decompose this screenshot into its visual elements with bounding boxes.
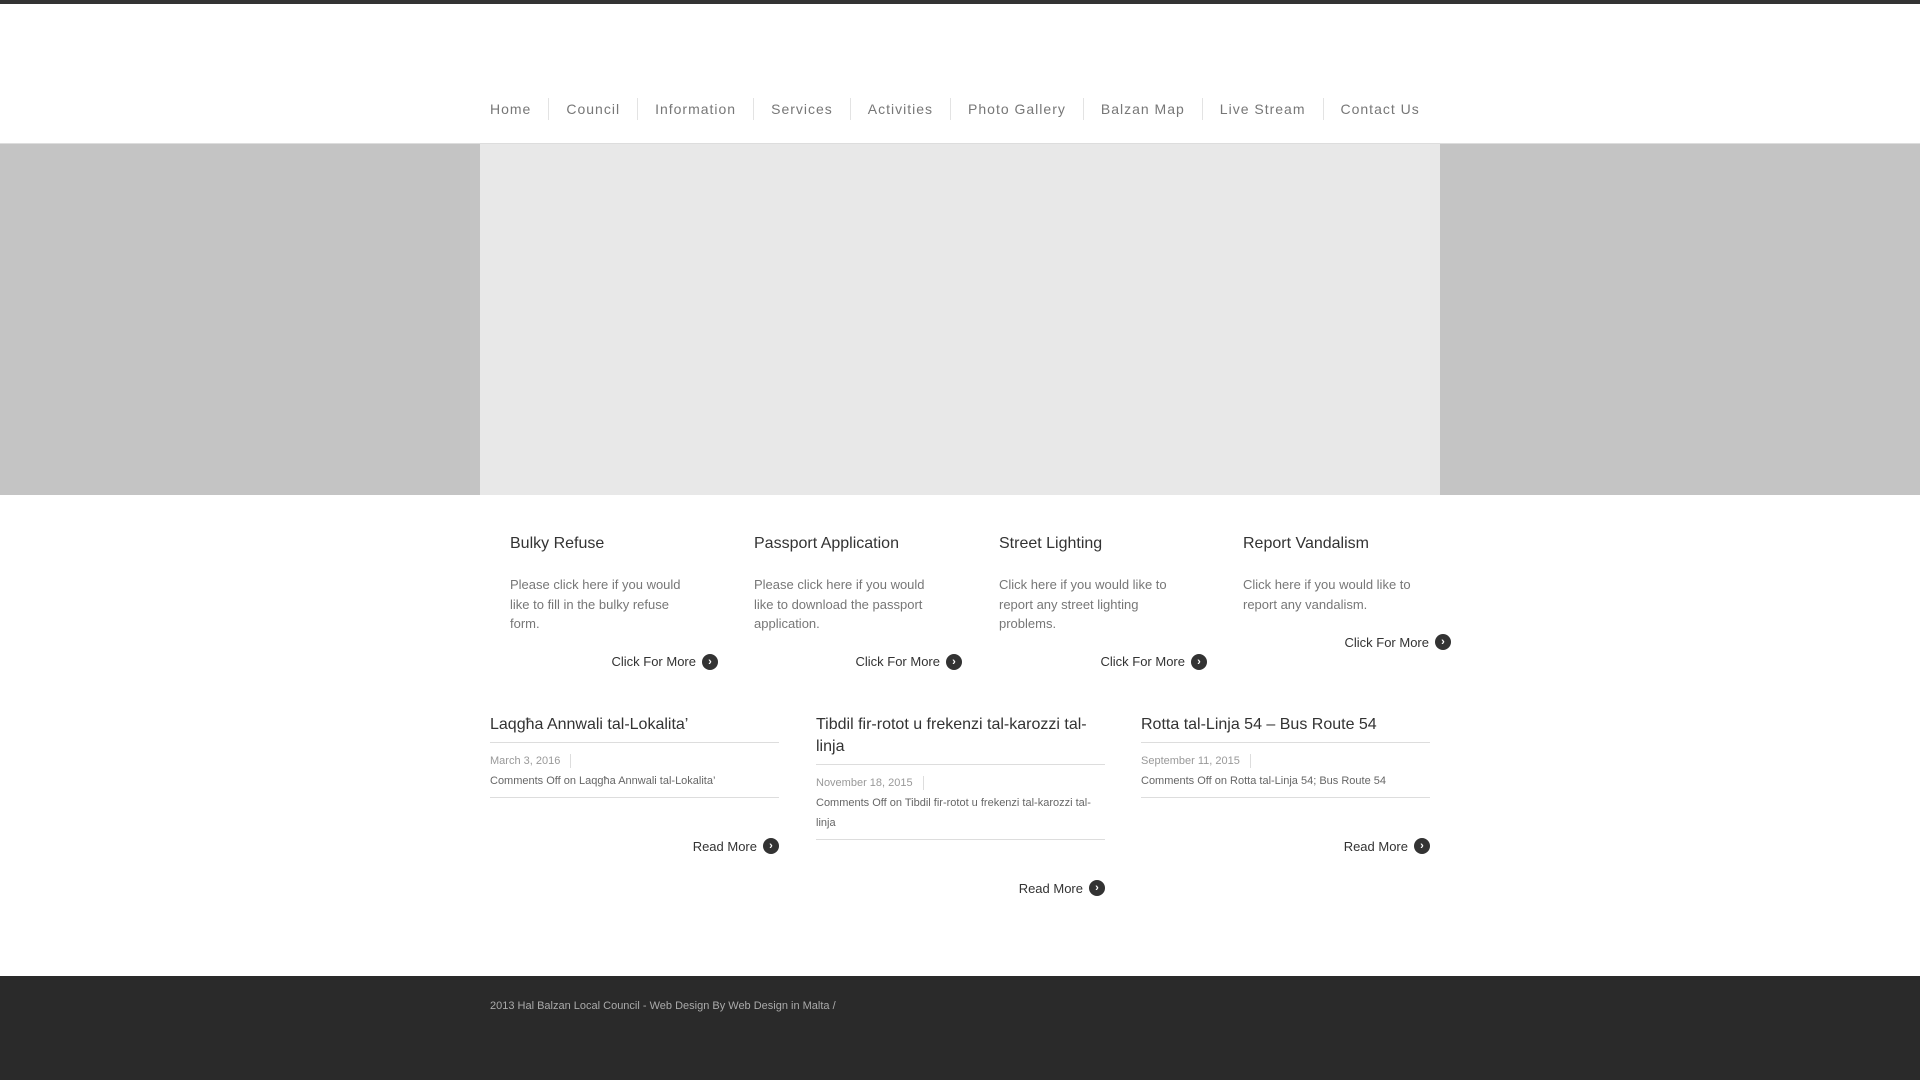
footer: 2013 Hal Balzan Local Council - Web Desi… bbox=[0, 976, 1920, 1080]
click-for-more-link[interactable]: Click For More › bbox=[999, 653, 1207, 670]
service-title: Passport Application bbox=[754, 535, 899, 552]
link-label: Read More bbox=[692, 838, 757, 854]
link-label: Click For More bbox=[855, 654, 940, 669]
nav-council[interactable]: Council bbox=[548, 98, 637, 120]
main-nav: Home Council Information Services Activi… bbox=[480, 98, 1437, 120]
service-title: Report Vandalism bbox=[1243, 535, 1369, 552]
chevron-right-icon: › bbox=[1191, 653, 1207, 670]
post-title[interactable]: Laqgħa Annwali tal-Lokalita’ bbox=[490, 714, 779, 743]
post-comments[interactable]: Comments Off on Rotta tal-Linja 54; Bus … bbox=[1141, 771, 1430, 791]
link-label: Read More bbox=[1018, 880, 1083, 896]
post: Rotta tal-Linja 54 – Bus Route 54 Septem… bbox=[1141, 714, 1430, 854]
service-box: Passport Application Please click here i… bbox=[754, 535, 962, 670]
post-comments[interactable]: Comments Off on Tibdil fir-rotot u freke… bbox=[816, 793, 1105, 833]
chevron-right-icon: › bbox=[1435, 634, 1451, 650]
chevron-right-icon: › bbox=[1089, 880, 1105, 896]
post-date: September 11, 2015 bbox=[1141, 754, 1251, 768]
nav-services[interactable]: Services bbox=[753, 98, 850, 120]
link-label: Click For More bbox=[611, 654, 696, 669]
chevron-right-icon: › bbox=[702, 653, 718, 670]
post-date: November 18, 2015 bbox=[816, 776, 924, 790]
nav-activities[interactable]: Activities bbox=[849, 98, 950, 120]
post-comments[interactable]: Comments Off on Laqgħa Annwali tal-Lokal… bbox=[490, 771, 779, 791]
nav-live-stream[interactable]: Live Stream bbox=[1201, 98, 1323, 120]
chevron-right-icon: › bbox=[946, 653, 962, 670]
nav-balzan-map[interactable]: Balzan Map bbox=[1082, 98, 1202, 120]
post-meta: March 3, 2016 Comments Off on Laqgħa Annw… bbox=[490, 743, 779, 798]
slider-panel[interactable] bbox=[480, 144, 1440, 495]
click-for-more-link[interactable]: Click For More › bbox=[754, 653, 962, 670]
link-label: Read More bbox=[1343, 838, 1408, 854]
service-title: Street Lighting bbox=[999, 535, 1103, 552]
post: Laqgħa Annwali tal-Lokalita’ March 3, 20… bbox=[490, 714, 779, 854]
header: Home Council Information Services Activi… bbox=[0, 4, 1920, 144]
nav-home[interactable]: Home bbox=[480, 98, 548, 120]
link-label: Click For More bbox=[1344, 634, 1429, 650]
service-title: Bulky Refuse bbox=[510, 535, 605, 552]
nav-photo-gallery[interactable]: Photo Gallery bbox=[950, 98, 1083, 120]
post: Tibdil fir-rotot u frekenzi tal-karozzi … bbox=[816, 714, 1105, 896]
nav-contact-us[interactable]: Contact Us bbox=[1322, 98, 1437, 120]
read-more-link[interactable]: Read More › bbox=[1141, 838, 1430, 854]
link-label: Click For More bbox=[1100, 654, 1185, 669]
click-for-more-link[interactable]: Click For More › bbox=[510, 653, 718, 670]
read-more-link[interactable]: Read More › bbox=[816, 880, 1105, 896]
service-box: Bulky Refuse Please click here if you wo… bbox=[510, 535, 718, 670]
service-text: Please click here if you would like to f… bbox=[510, 577, 681, 631]
read-more-link[interactable]: Read More › bbox=[490, 838, 779, 854]
service-box: Street Lighting Click here if you would … bbox=[999, 535, 1207, 670]
service-text: Click here if you would like to report a… bbox=[1243, 577, 1411, 612]
service-text: Please click here if you would like to d… bbox=[754, 577, 925, 631]
service-box: Report Vandalism Click here if you would… bbox=[1243, 535, 1451, 650]
hero-slider bbox=[0, 144, 1920, 495]
footer-copyright: 2013 Hal Balzan Local Council - Web Desi… bbox=[490, 1000, 836, 1012]
chevron-right-icon: › bbox=[763, 838, 779, 854]
post-meta: September 11, 2015 Comments Off on Rotta … bbox=[1141, 743, 1430, 798]
post-title[interactable]: Rotta tal-Linja 54 – Bus Route 54 bbox=[1141, 714, 1430, 743]
service-text: Click here if you would like to report a… bbox=[999, 577, 1167, 631]
nav-information[interactable]: Information bbox=[637, 98, 753, 120]
post-title[interactable]: Tibdil fir-rotot u frekenzi tal-karozzi … bbox=[816, 714, 1105, 765]
chevron-right-icon: › bbox=[1414, 838, 1430, 854]
post-date: March 3, 2016 bbox=[490, 754, 572, 768]
post-meta: November 18, 2015 Comments Off on Tibdil … bbox=[816, 765, 1105, 840]
click-for-more-link[interactable]: Click For More › bbox=[1243, 634, 1451, 650]
